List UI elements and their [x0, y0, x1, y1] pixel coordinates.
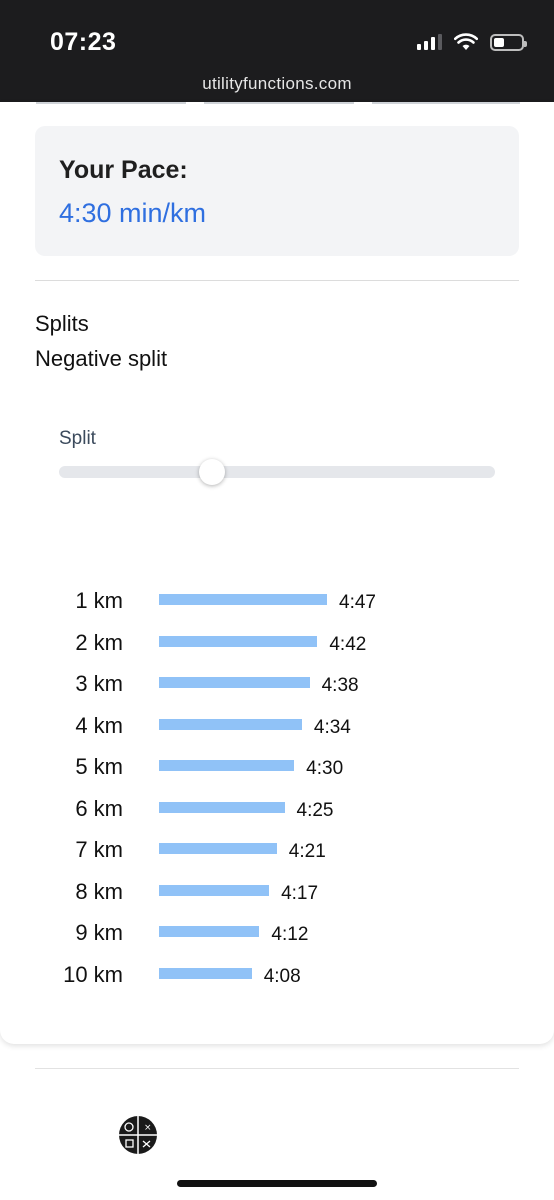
split-row: 4 km 4:34 [0, 711, 554, 741]
split-time-label: 4:30 [306, 758, 344, 779]
split-bar [159, 677, 310, 688]
split-bar [159, 801, 285, 813]
pace-label: Your Pace: [59, 156, 188, 184]
footer-divider [35, 1068, 519, 1069]
split-row: 1 km 4:47 [0, 586, 554, 616]
site-logo-icon[interactable]: × [118, 1115, 158, 1155]
split-bar [159, 926, 260, 937]
split-bar [159, 594, 327, 605]
splits-title: Splits [35, 311, 89, 336]
split-bar [159, 884, 270, 896]
split-km-label: 3 km [75, 671, 123, 696]
battery-icon [490, 33, 527, 51]
split-time-label: 4:47 [339, 592, 376, 613]
tabs-remnant [36, 102, 520, 104]
split-time-label: 4:21 [288, 841, 326, 862]
split-bar [159, 635, 318, 647]
split-slider-track[interactable] [59, 466, 495, 478]
split-row: 6 km 4:25 [0, 794, 554, 824]
split-slider-thumb[interactable] [198, 459, 225, 485]
splits-mode: Negative split [35, 346, 168, 371]
split-time-label: 4:42 [329, 633, 367, 655]
split-km-label: 9 km [75, 920, 123, 945]
split-row: 5 km 4:30 [0, 752, 554, 782]
divider [35, 280, 519, 281]
split-km-label: 8 km [75, 878, 123, 904]
home-indicator [177, 1180, 377, 1187]
split-bar [159, 967, 252, 979]
split-km-label: 5 km [75, 754, 123, 779]
wifi-icon [454, 33, 478, 50]
split-km-label: 10 km [63, 961, 123, 987]
split-km-label: 6 km [75, 795, 123, 821]
split-row: 2 km 4:42 [0, 628, 554, 658]
split-time-label: 4:25 [296, 799, 334, 821]
split-time-label: 4:38 [321, 675, 359, 696]
split-km-label: 4 km [75, 712, 123, 738]
split-row: 10 km 4:08 [0, 960, 554, 990]
split-km-label: 2 km [75, 629, 123, 655]
status-bar: 07:23 utilityfunctions.com [0, 0, 554, 102]
split-row: 9 km 4:12 [0, 918, 554, 948]
split-km-label: 1 km [75, 588, 123, 613]
split-row: 3 km 4:38 [0, 669, 554, 699]
split-row: 7 km 4:21 [0, 835, 554, 865]
status-icons [417, 33, 527, 51]
split-km-label: 7 km [75, 837, 123, 862]
split-slider-label: Split [59, 428, 96, 449]
pace-card: Your Pace: 4:30 min/km Splits Negative s… [0, 102, 554, 1044]
split-bar [159, 760, 295, 771]
split-bar [159, 718, 302, 730]
svg-text:×: × [144, 1123, 152, 1133]
split-time-label: 4:34 [313, 716, 351, 738]
pace-value: 4:30 min/km [59, 198, 207, 228]
status-time: 07:23 [50, 28, 117, 56]
split-time-label: 4:17 [281, 882, 319, 904]
split-bar [159, 843, 277, 854]
split-time-label: 4:12 [271, 924, 309, 945]
pace-result-box: Your Pace: 4:30 min/km [35, 126, 519, 256]
split-row: 8 km 4:17 [0, 877, 554, 907]
url-bar[interactable]: utilityfunctions.com [0, 74, 554, 94]
split-time-label: 4:08 [263, 965, 301, 987]
cellular-signal-icon [417, 34, 442, 50]
